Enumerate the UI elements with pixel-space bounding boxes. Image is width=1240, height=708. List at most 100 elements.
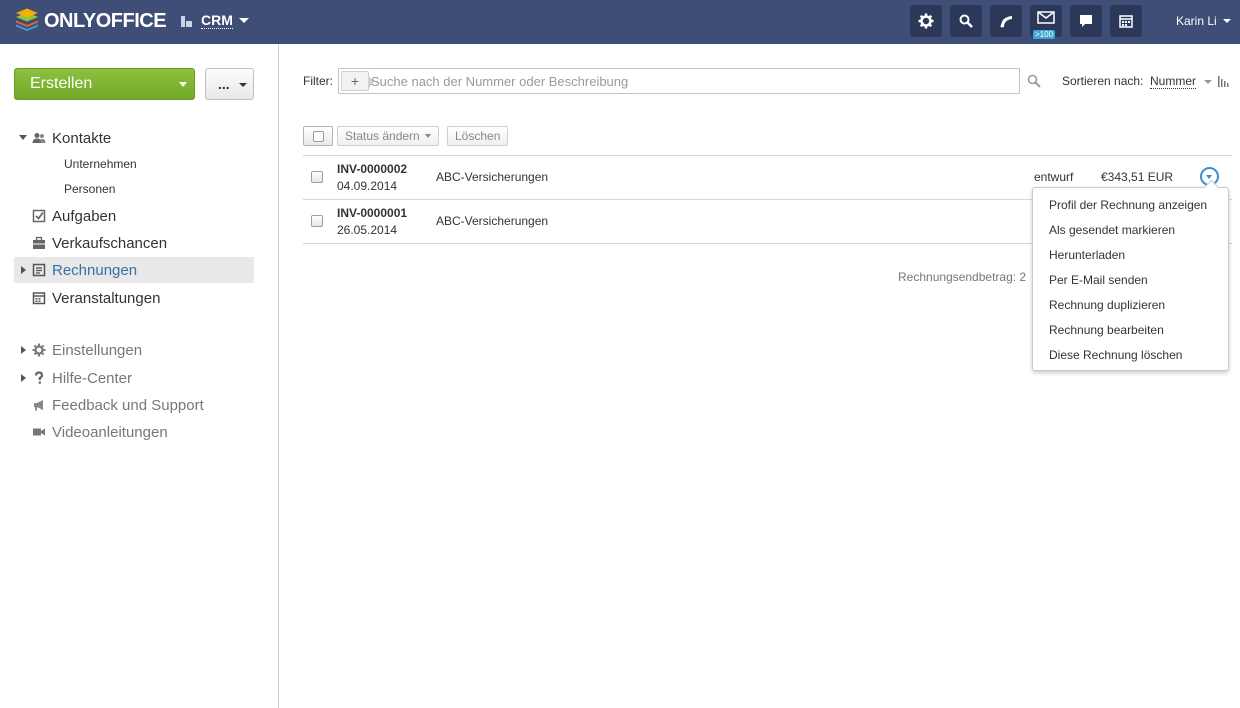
chevron-down-icon[interactable] bbox=[1204, 80, 1212, 84]
menu-item-download[interactable]: Herunterladen bbox=[1049, 248, 1125, 262]
search-input[interactable] bbox=[371, 72, 1011, 90]
search-button[interactable] bbox=[950, 5, 982, 37]
invoice-amount: €343,51 EUR bbox=[1101, 170, 1174, 184]
logo-text: ONLYOFFICE bbox=[44, 9, 167, 32]
sidebar-item-help[interactable]: Hilfe-Center bbox=[14, 365, 254, 391]
search-icon bbox=[959, 14, 973, 28]
row-checkbox[interactable] bbox=[311, 215, 323, 227]
feed-icon bbox=[1000, 16, 1012, 28]
expand-arrow-icon[interactable] bbox=[19, 135, 27, 140]
sidebar-item-label: Kontakte bbox=[52, 129, 112, 147]
invoice-contact[interactable]: ABC-Versicherungen bbox=[436, 170, 548, 184]
sidebar-item-label: Einstellungen bbox=[52, 341, 143, 359]
filter-box: + bbox=[338, 68, 1020, 94]
expand-arrow-icon[interactable] bbox=[21, 374, 26, 382]
sidebar-item-video[interactable]: Videoanleitungen bbox=[14, 419, 254, 445]
sort-label: Sortieren nach: bbox=[1062, 74, 1144, 88]
sidebar-item-tasks[interactable]: Aufgaben bbox=[14, 203, 254, 229]
sidebar-item-label: Hilfe-Center bbox=[52, 369, 133, 387]
sidebar-subitem-companies[interactable]: Unternehmen bbox=[64, 157, 137, 171]
invoice-contact[interactable]: ABC-Versicherungen bbox=[436, 214, 548, 228]
expand-arrow-icon[interactable] bbox=[21, 346, 26, 354]
module-label: CRM bbox=[201, 12, 233, 29]
change-status-button[interactable]: Status ändern bbox=[337, 126, 439, 146]
mail-button[interactable]: >100 bbox=[1030, 5, 1062, 39]
feed-button[interactable] bbox=[990, 5, 1022, 37]
search-icon[interactable] bbox=[1027, 74, 1041, 88]
delete-label: Löschen bbox=[455, 129, 501, 143]
user-name: Karin Li bbox=[1176, 14, 1217, 28]
sort-field-select[interactable]: Nummer bbox=[1150, 74, 1197, 89]
top-header: ONLYOFFICE CRM >100 Karin Li bbox=[0, 0, 1240, 44]
sidebar-divider bbox=[278, 44, 279, 708]
chevron-down-icon bbox=[1222, 19, 1231, 23]
menu-item-view-profile[interactable]: Profil der Rechnung anzeigen bbox=[1049, 198, 1207, 212]
create-button-label: Erstellen bbox=[30, 75, 93, 92]
create-button[interactable]: Erstellen bbox=[14, 68, 195, 100]
settings-button[interactable] bbox=[910, 5, 942, 37]
change-status-label: Status ändern bbox=[345, 129, 420, 143]
logo-icon bbox=[16, 8, 38, 31]
sidebar-item-label: Rechnungen bbox=[52, 261, 138, 279]
user-menu[interactable]: Karin Li bbox=[1176, 14, 1231, 28]
chevron-down-icon bbox=[424, 134, 431, 138]
table-divider bbox=[303, 155, 1232, 156]
invoice-total: Rechnungsendbetrag: 2 bbox=[898, 270, 1027, 284]
filter-label: Filter: bbox=[303, 74, 333, 88]
sidebar-item-label: Feedback und Support bbox=[52, 396, 204, 414]
delete-button[interactable]: Löschen bbox=[447, 126, 509, 146]
sidebar-item-invoices[interactable]: Rechnungen bbox=[14, 257, 254, 283]
checkbox-box bbox=[313, 131, 324, 142]
mail-count-badge: >100 bbox=[1033, 30, 1056, 39]
sort-direction-icon[interactable] bbox=[1218, 75, 1230, 87]
menu-item-delete[interactable]: Diese Rechnung löschen bbox=[1049, 348, 1182, 362]
sidebar-item-settings[interactable]: Einstellungen bbox=[14, 337, 254, 363]
opportunities-icon bbox=[33, 236, 45, 249]
gear-icon bbox=[918, 13, 934, 29]
invoice-date: 26.05.2014 bbox=[337, 223, 398, 237]
crm-icon bbox=[181, 15, 192, 27]
invoices-icon bbox=[32, 263, 46, 277]
sidebar-item-label: Veranstaltungen bbox=[52, 289, 161, 307]
expand-arrow-icon[interactable] bbox=[21, 266, 26, 274]
more-actions-button[interactable]: ... bbox=[205, 68, 254, 100]
add-filter-button[interactable]: + bbox=[341, 71, 374, 91]
contacts-icon bbox=[32, 133, 46, 143]
sidebar-item-label: Aufgaben bbox=[52, 207, 117, 225]
sidebar-item-opportunities[interactable]: Verkaufschancen bbox=[14, 230, 254, 256]
sidebar-item-feedback[interactable]: Feedback und Support bbox=[14, 392, 254, 418]
chevron-down-icon bbox=[238, 18, 249, 23]
calendar-icon bbox=[1119, 15, 1133, 28]
chat-button[interactable] bbox=[1070, 5, 1102, 37]
tasks-icon bbox=[32, 209, 46, 223]
row-checkbox[interactable] bbox=[311, 171, 323, 183]
onlyoffice-logo[interactable]: ONLYOFFICE bbox=[14, 8, 167, 34]
chevron-down-icon bbox=[179, 82, 187, 87]
gear-icon bbox=[32, 343, 46, 357]
sidebar-subitem-persons[interactable]: Personen bbox=[64, 182, 115, 196]
menu-item-mark-sent[interactable]: Als gesendet markieren bbox=[1049, 223, 1175, 237]
invoice-number[interactable]: INV-0000002 bbox=[337, 162, 407, 176]
menu-item-edit[interactable]: Rechnung bearbeiten bbox=[1049, 323, 1164, 337]
help-icon bbox=[34, 371, 44, 384]
menu-item-duplicate[interactable]: Rechnung duplizieren bbox=[1049, 298, 1165, 312]
select-all-checkbox[interactable] bbox=[303, 126, 333, 146]
video-icon bbox=[33, 428, 45, 436]
more-button-label: ... bbox=[218, 76, 230, 92]
invoice-status: entwurf bbox=[1034, 170, 1074, 184]
invoice-action-menu: Profil der Rechnung anzeigen Als gesende… bbox=[1032, 187, 1229, 371]
sidebar-item-label: Videoanleitungen bbox=[52, 423, 168, 441]
invoice-number[interactable]: INV-0000001 bbox=[337, 206, 407, 220]
chevron-down-icon bbox=[239, 83, 247, 87]
mail-icon bbox=[1037, 11, 1055, 24]
menu-item-send-email[interactable]: Per E-Mail senden bbox=[1049, 273, 1148, 287]
sidebar-item-events[interactable]: Veranstaltungen bbox=[14, 285, 254, 311]
module-switcher[interactable]: CRM bbox=[180, 12, 249, 29]
sidebar-item-contacts[interactable]: Kontakte bbox=[14, 125, 254, 151]
megaphone-icon bbox=[34, 400, 43, 411]
invoice-date: 04.09.2014 bbox=[337, 179, 398, 193]
calendar-button[interactable] bbox=[1110, 5, 1142, 37]
events-icon bbox=[32, 292, 46, 305]
sidebar-item-label: Verkaufschancen bbox=[52, 234, 168, 252]
chat-icon bbox=[1080, 15, 1092, 27]
